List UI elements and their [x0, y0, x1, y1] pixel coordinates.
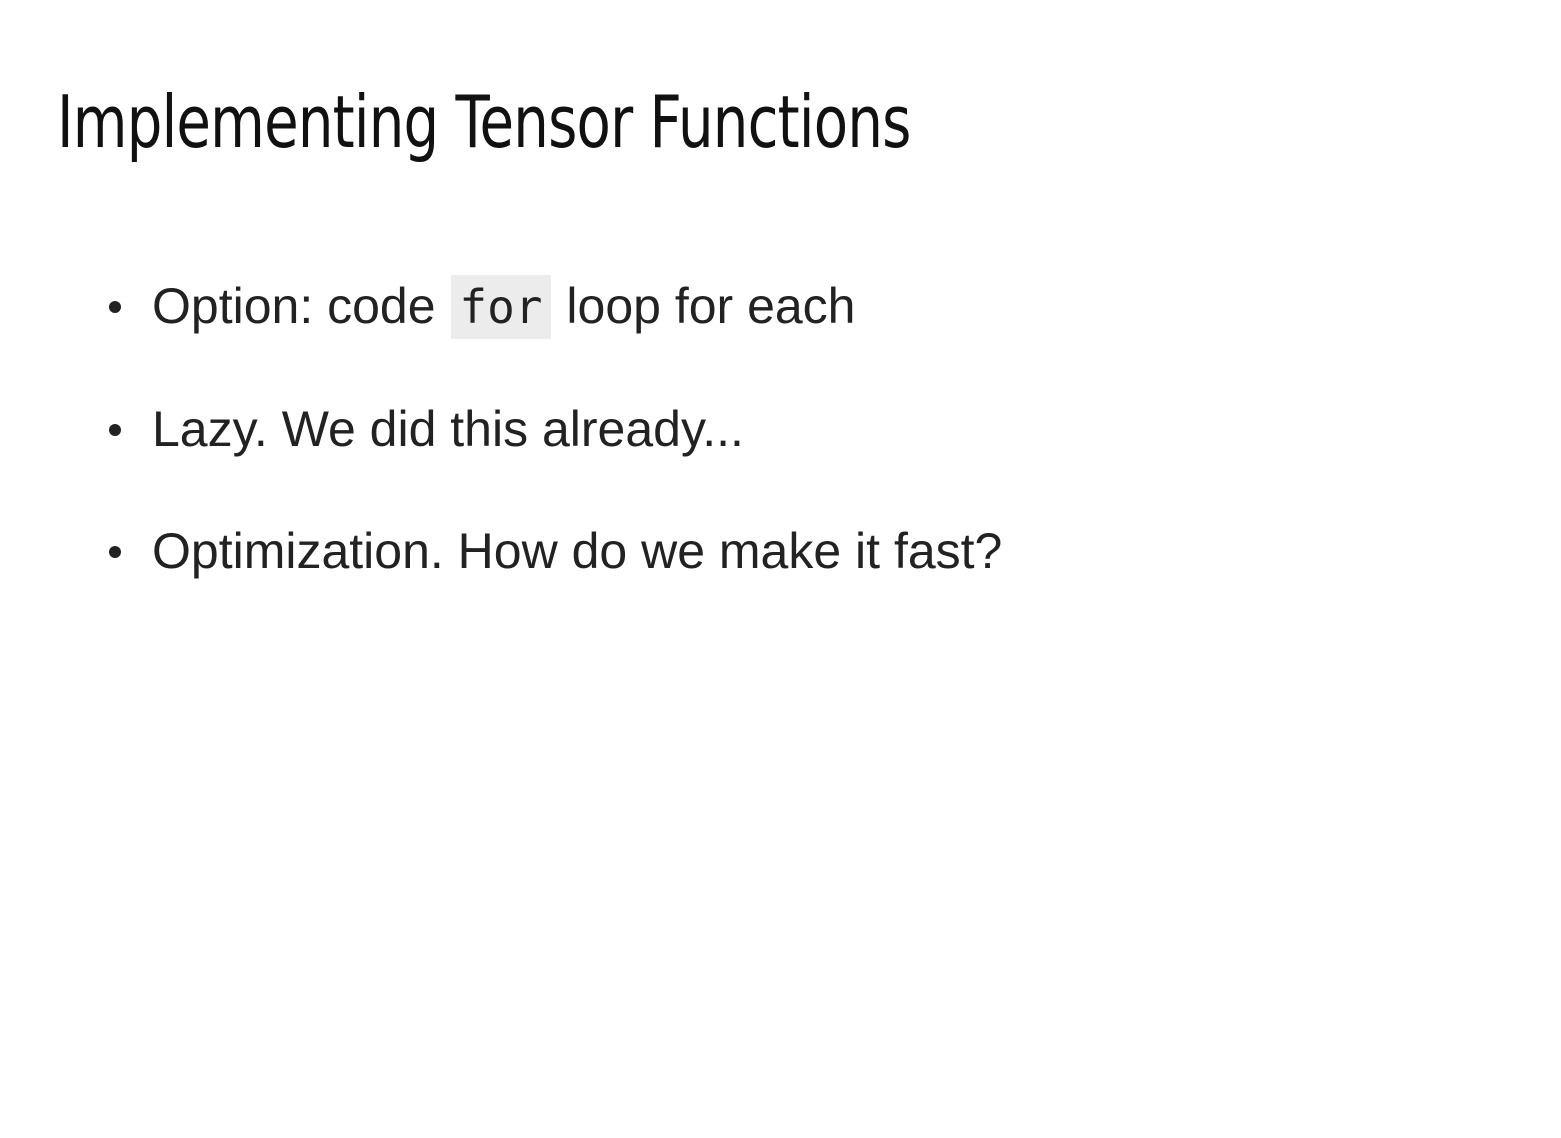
bullet-text-before-code: Option: code [152, 278, 450, 334]
slide: Implementing Tensor Functions Option: co… [0, 0, 1561, 1138]
bullet-item-optimization: Optimization. How do we make it fast? [108, 523, 1003, 579]
bullet-text-after-code: loop for each [552, 278, 856, 334]
bullet-item-lazy: Lazy. We did this already... [109, 401, 744, 457]
inline-code-for: for [451, 275, 551, 339]
slide-title: Implementing Tensor Functions [57, 80, 911, 164]
bullet-item-option: Option: code for loop for each [109, 275, 856, 339]
